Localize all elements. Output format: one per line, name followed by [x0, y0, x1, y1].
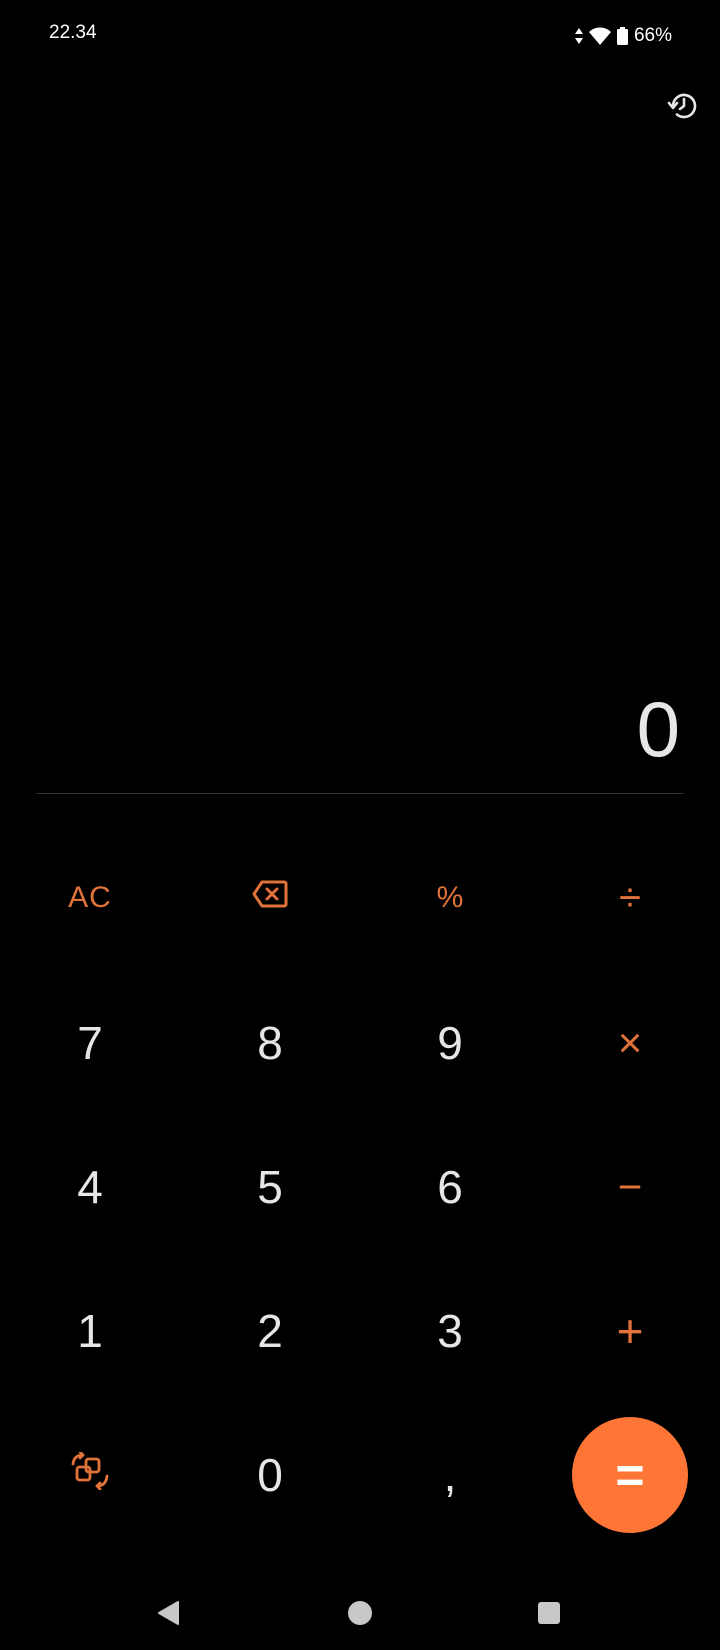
status-icons: 66%: [574, 22, 672, 50]
digit-8-button[interactable]: 8: [205, 988, 335, 1098]
navigation-bar: [0, 1580, 720, 1650]
backspace-button[interactable]: [205, 843, 335, 953]
recents-icon: [537, 1601, 561, 1630]
digit-9-button[interactable]: 9: [385, 988, 515, 1098]
digit-6-button[interactable]: 6: [385, 1132, 515, 1242]
digit-0-button[interactable]: 0: [205, 1420, 335, 1530]
home-icon: [347, 1600, 373, 1631]
plus-button[interactable]: +: [565, 1276, 695, 1386]
history-button[interactable]: [664, 88, 704, 128]
keypad: AC % ÷ 7 8 9 × 4 5 6 − 1 2 3 + 0 , =: [0, 0, 720, 1650]
equals-label: =: [615, 1447, 645, 1503]
digit-4-button[interactable]: 4: [25, 1132, 155, 1242]
backspace-icon: [252, 880, 288, 916]
digit-2-button[interactable]: 2: [205, 1276, 335, 1386]
result-display: 0: [36, 690, 684, 790]
minus-button[interactable]: −: [565, 1132, 695, 1242]
status-time: 22.34: [49, 22, 97, 43]
status-bar: 22.34 66%: [0, 0, 720, 72]
multiply-button[interactable]: ×: [565, 988, 695, 1098]
battery-icon: [616, 27, 628, 45]
back-icon: [156, 1600, 180, 1631]
convert-icon: [69, 1450, 111, 1498]
back-button[interactable]: [138, 1580, 198, 1650]
digit-3-button[interactable]: 3: [385, 1276, 515, 1386]
display-divider: [36, 793, 684, 794]
convert-button[interactable]: [25, 1420, 155, 1530]
digit-7-button[interactable]: 7: [25, 988, 155, 1098]
history-icon: [667, 89, 701, 128]
battery-percent: 66%: [633, 25, 672, 46]
decimal-button[interactable]: ,: [385, 1420, 515, 1530]
equals-button[interactable]: =: [572, 1417, 688, 1533]
data-arrows-icon: [574, 28, 583, 44]
percent-button[interactable]: %: [385, 843, 515, 953]
home-button[interactable]: [330, 1580, 390, 1650]
divide-button[interactable]: ÷: [565, 843, 695, 953]
wifi-icon: [588, 27, 611, 45]
digit-1-button[interactable]: 1: [25, 1276, 155, 1386]
digit-5-button[interactable]: 5: [205, 1132, 335, 1242]
display-value: 0: [636, 685, 680, 773]
recents-button[interactable]: [519, 1580, 579, 1650]
all-clear-button[interactable]: AC: [25, 843, 155, 953]
